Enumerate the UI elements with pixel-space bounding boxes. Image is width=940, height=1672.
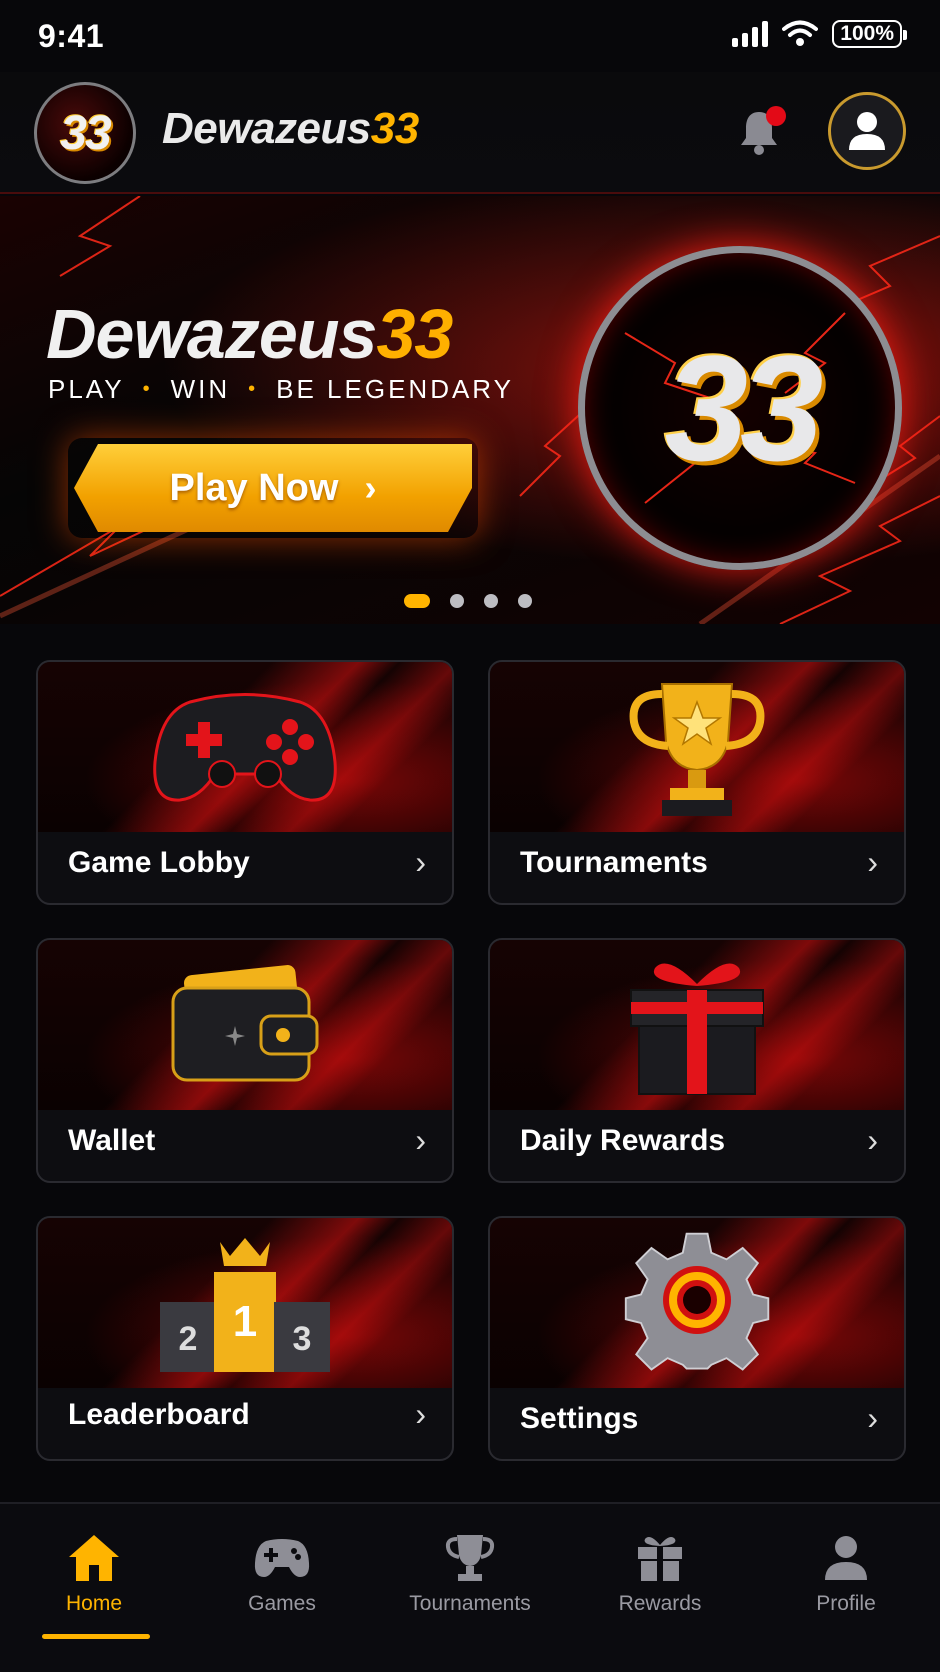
- chevron-right-icon: ›: [364, 467, 377, 508]
- nav-label: Profile: [816, 1592, 876, 1615]
- status-icons: 100%: [732, 20, 907, 48]
- bottom-navigation: Home Games Tournaments Rewards Profile: [0, 1502, 940, 1672]
- nav-item-rewards[interactable]: Rewards: [580, 1530, 740, 1616]
- carousel-indicator: [404, 594, 532, 608]
- chevron-right-icon: ›: [867, 1122, 878, 1158]
- card-label: Settings: [520, 1402, 639, 1435]
- play-now-label: Play Now: [169, 466, 339, 509]
- user-icon: [825, 1536, 867, 1580]
- trophy-icon: [629, 683, 765, 816]
- tagline-separator: •: [142, 378, 153, 400]
- nav-label: Home: [65, 1592, 123, 1615]
- status-time: 9:41: [38, 18, 105, 54]
- trophy-icon: [445, 1535, 495, 1581]
- card-label: Leaderboard: [68, 1398, 250, 1431]
- logo-badge[interactable]: 33: [34, 82, 136, 184]
- wifi-icon: [782, 20, 819, 46]
- chevron-right-icon: ›: [415, 844, 426, 880]
- gamepad-icon: [153, 693, 337, 802]
- chevron-right-icon: ›: [415, 1396, 426, 1432]
- hero-title-gold: 33: [376, 295, 453, 373]
- chevron-right-icon: ›: [867, 844, 878, 880]
- podium-rank-1: 1: [233, 1297, 257, 1346]
- hero-title-white: Dewazeus: [46, 295, 377, 373]
- carousel-dot[interactable]: [484, 594, 498, 608]
- card-label: Daily Rewards: [520, 1124, 726, 1157]
- nav-item-home[interactable]: Home: [14, 1530, 174, 1616]
- podium-rank-2: 2: [179, 1320, 198, 1358]
- notification-dot: [766, 106, 786, 126]
- hero-title: Dewazeus33: [46, 294, 453, 374]
- tagline-separator: •: [248, 378, 259, 400]
- menu-card-tournaments[interactable]: Tournaments ›: [488, 660, 906, 905]
- nav-item-games[interactable]: Games: [202, 1530, 362, 1616]
- menu-card-wallet[interactable]: Wallet ›: [36, 938, 454, 1183]
- nav-item-tournaments[interactable]: Tournaments: [390, 1530, 550, 1616]
- podium-icon: 2 1 3: [160, 1238, 330, 1372]
- battery-indicator: 100%: [832, 20, 907, 48]
- menu-card-leaderboard[interactable]: 2 1 3 Leaderboard ›: [36, 1216, 454, 1461]
- home-icon: [69, 1535, 119, 1581]
- chevron-right-icon: ›: [415, 1122, 426, 1158]
- battery-level: 100%: [840, 22, 894, 45]
- carousel-dot[interactable]: [518, 594, 532, 608]
- carousel-dot-active[interactable]: [404, 594, 430, 608]
- tagline-word: BE LEGENDARY: [276, 374, 514, 404]
- tagline-word: PLAY: [48, 374, 125, 404]
- gear-icon: [624, 1232, 770, 1371]
- nav-label: Rewards: [618, 1592, 702, 1615]
- gift-icon: [638, 1537, 682, 1581]
- brand-name: Dewazeus33: [162, 104, 419, 154]
- card-label: Wallet: [68, 1124, 156, 1157]
- podium-rank-3: 3: [293, 1320, 312, 1358]
- status-bar: 9:41 100%: [0, 0, 940, 72]
- card-label: Game Lobby: [68, 846, 250, 879]
- hero-logo-badge: 33: [578, 246, 902, 570]
- card-label: Tournaments: [520, 846, 708, 879]
- menu-card-daily-rewards[interactable]: Daily Rewards ›: [488, 938, 906, 1183]
- menu-card-settings[interactable]: Settings ›: [488, 1216, 906, 1461]
- hero-banner[interactable]: Dewazeus33 PLAY • WIN • BE LEGENDARY Pla…: [0, 196, 940, 624]
- logo-text: 33: [60, 106, 111, 160]
- nav-label: Games: [248, 1592, 316, 1615]
- carousel-dot[interactable]: [450, 594, 464, 608]
- active-tab-indicator: [42, 1634, 150, 1639]
- brand-name-gold: 33: [370, 104, 419, 153]
- nav-item-profile[interactable]: Profile: [766, 1530, 926, 1616]
- wallet-icon: [171, 965, 319, 1082]
- signal-icon: [732, 21, 769, 47]
- hero-tagline: PLAY • WIN • BE LEGENDARY: [48, 374, 514, 405]
- profile-avatar-button[interactable]: [828, 92, 906, 170]
- hero-badge-text: 33: [664, 323, 824, 492]
- user-icon: [849, 112, 885, 150]
- play-now-button[interactable]: Play Now ›: [74, 444, 472, 532]
- nav-label: Tournaments: [409, 1592, 531, 1615]
- app-header: 33 Dewazeus33: [0, 72, 940, 194]
- menu-card-game-lobby[interactable]: Game Lobby ›: [36, 660, 454, 905]
- gamepad-icon: [254, 1539, 310, 1577]
- gift-icon: [630, 963, 764, 1095]
- notification-button[interactable]: [738, 106, 786, 158]
- chevron-right-icon: ›: [867, 1400, 878, 1436]
- tagline-word: WIN: [170, 374, 231, 404]
- brand-name-white: Dewazeus: [162, 104, 371, 153]
